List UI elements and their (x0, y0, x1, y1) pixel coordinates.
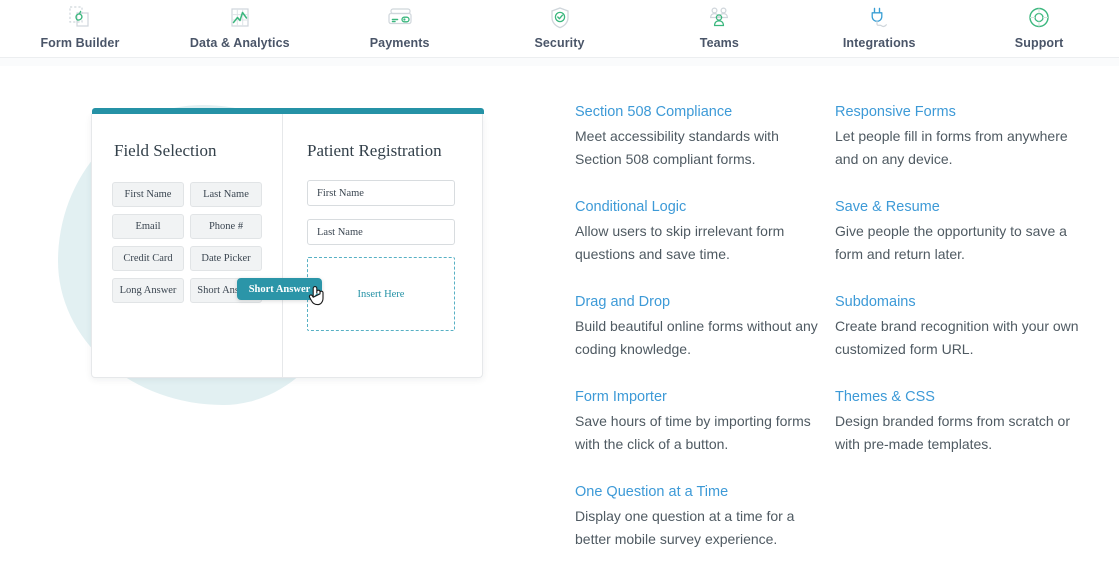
field-chip[interactable]: Last Name (190, 182, 262, 207)
feature-description: Meet accessibility standards with Sectio… (575, 128, 779, 167)
feature-description: Display one question at a time for a bet… (575, 508, 795, 547)
chart-grid-icon (223, 2, 257, 34)
form-builder-icon (63, 2, 97, 34)
feature-list: Section 508 Compliance Meet accessibilit… (575, 102, 1095, 577)
nav-item-integrations[interactable]: Integrations (799, 0, 959, 57)
feature-item: Section 508 Compliance Meet accessibilit… (575, 102, 835, 171)
feature-item: Subdomains Create brand recognition with… (835, 292, 1095, 361)
feature-column-left: Section 508 Compliance Meet accessibilit… (575, 102, 835, 577)
field-chip[interactable]: Credit Card (112, 246, 184, 271)
nav-item-teams[interactable]: Teams (639, 0, 799, 57)
insert-here-dropzone[interactable]: Insert Here (307, 257, 455, 331)
nav-label: Teams (699, 36, 739, 50)
card-accent-bar (92, 108, 484, 114)
feature-title-link[interactable]: One Question at a Time (575, 482, 835, 502)
feature-title-link[interactable]: Themes & CSS (835, 387, 1095, 407)
feature-description: Build beautiful online forms without any… (575, 318, 818, 357)
nav-label: Form Builder (40, 36, 120, 50)
nav-label: Support (1014, 36, 1064, 50)
nav-item-form-builder[interactable]: Form Builder (0, 0, 160, 57)
feature-item: Form Importer Save hours of time by impo… (575, 387, 835, 456)
nav-item-security[interactable]: Security (480, 0, 640, 57)
hand-cursor-icon (307, 283, 327, 307)
form-builder-mockup: Field Selection Patient Registration Fir… (91, 108, 484, 378)
patient-registration-title: Patient Registration (307, 141, 442, 160)
people-group-icon (702, 2, 736, 34)
life-ring-icon (1022, 2, 1056, 34)
feature-item: Themes & CSS Design branded forms from s… (835, 387, 1095, 456)
feature-item: Conditional Logic Allow users to skip ir… (575, 197, 835, 266)
nav-item-data-analytics[interactable]: Data & Analytics (160, 0, 320, 57)
feature-title-link[interactable]: Save & Resume (835, 197, 1095, 217)
field-selection-title: Field Selection (114, 141, 217, 160)
preview-field-last-name[interactable]: Last Name (307, 219, 455, 245)
nav-item-payments[interactable]: Payments (320, 0, 480, 57)
panel-divider (282, 114, 283, 378)
power-plug-icon (862, 2, 896, 34)
feature-title-link[interactable]: Form Importer (575, 387, 835, 407)
feature-description: Allow users to skip irrelevant form ques… (575, 223, 785, 262)
feature-item: Drag and Drop Build beautiful online for… (575, 292, 835, 361)
feature-title-link[interactable]: Responsive Forms (835, 102, 1095, 122)
nav-label: Data & Analytics (189, 36, 290, 50)
nav-label: Payments (369, 36, 430, 50)
nav-bottom-band (0, 57, 1119, 66)
feature-item: Save & Resume Give people the opportunit… (835, 197, 1095, 266)
preview-field-first-name[interactable]: First Name (307, 180, 455, 206)
nav-label: Security (534, 36, 585, 50)
nav-item-support[interactable]: Support (959, 0, 1119, 57)
feature-description: Create brand recognition with your own c… (835, 318, 1079, 357)
field-chip[interactable]: First Name (112, 182, 184, 207)
feature-description: Give people the opportunity to save a fo… (835, 223, 1067, 262)
feature-title-link[interactable]: Subdomains (835, 292, 1095, 312)
feature-item: One Question at a Time Display one quest… (575, 482, 835, 551)
field-chip[interactable]: Email (112, 214, 184, 239)
feature-title-link[interactable]: Drag and Drop (575, 292, 835, 312)
feature-title-link[interactable]: Section 508 Compliance (575, 102, 835, 122)
feature-item: Responsive Forms Let people fill in form… (835, 102, 1095, 171)
shield-check-icon (543, 2, 577, 34)
feature-description: Design branded forms from scratch or wit… (835, 413, 1070, 452)
field-chip[interactable]: Long Answer (112, 278, 184, 303)
feature-title-link[interactable]: Conditional Logic (575, 197, 835, 217)
feature-description: Let people fill in forms from anywhere a… (835, 128, 1068, 167)
feature-description: Save hours of time by importing forms wi… (575, 413, 811, 452)
field-chip[interactable]: Phone # (190, 214, 262, 239)
main-content: Field Selection Patient Registration Fir… (0, 66, 1119, 577)
feature-column-right: Responsive Forms Let people fill in form… (835, 102, 1095, 577)
field-chip[interactable]: Date Picker (190, 246, 262, 271)
primary-navigation: Form Builder Data & Analytics Payments S… (0, 0, 1119, 57)
nav-label: Integrations (842, 36, 916, 50)
credit-card-icon (383, 2, 417, 34)
